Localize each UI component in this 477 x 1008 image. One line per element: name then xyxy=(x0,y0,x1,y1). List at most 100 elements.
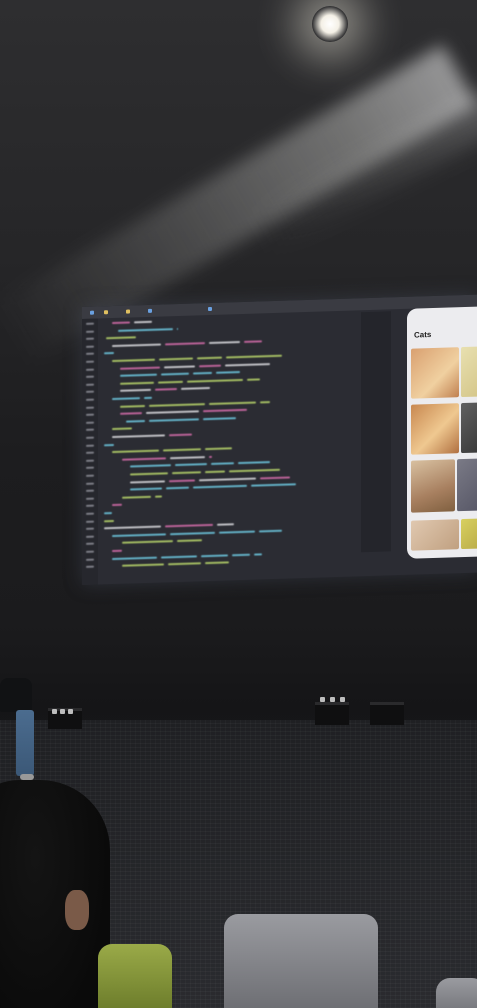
code-line xyxy=(112,321,130,325)
stage-monitor xyxy=(315,697,349,725)
cat-photo xyxy=(411,403,459,455)
code-line xyxy=(201,554,228,557)
code-line xyxy=(254,552,262,556)
code-line xyxy=(203,409,247,413)
code-line xyxy=(175,463,207,467)
code-line xyxy=(146,410,199,415)
code-line xyxy=(177,539,202,543)
cat-photo xyxy=(461,401,477,454)
code-line xyxy=(120,404,145,408)
code-line xyxy=(112,449,159,454)
code-line xyxy=(170,531,215,536)
code-line xyxy=(118,327,173,332)
code-line xyxy=(168,562,201,566)
monitor-light xyxy=(68,709,73,714)
code-line xyxy=(247,378,260,381)
code-line xyxy=(244,340,262,343)
cat-photo xyxy=(411,347,459,399)
code-line xyxy=(112,549,122,553)
code-line xyxy=(130,487,162,491)
line-number xyxy=(86,482,94,485)
code-line xyxy=(217,523,234,526)
code-line xyxy=(199,477,256,481)
code-line xyxy=(169,433,192,437)
presenter xyxy=(0,670,48,790)
gray-seat xyxy=(436,978,477,1008)
line-number xyxy=(86,550,94,553)
code-line xyxy=(149,402,205,407)
code-line xyxy=(120,366,160,370)
line-number xyxy=(86,535,94,538)
code-line xyxy=(144,396,152,400)
code-line xyxy=(112,397,140,401)
code-line xyxy=(155,495,162,498)
code-line xyxy=(159,357,193,361)
code-line xyxy=(169,479,195,482)
code-line xyxy=(104,352,114,355)
monitor-light xyxy=(340,697,345,702)
code-line xyxy=(211,462,234,466)
code-line xyxy=(134,320,152,324)
code-line xyxy=(155,388,177,392)
line-number xyxy=(86,330,94,333)
code-line xyxy=(130,479,165,484)
code-line xyxy=(251,483,296,487)
code-line xyxy=(216,371,240,374)
cat-photo xyxy=(411,519,459,551)
code-line xyxy=(164,365,195,369)
line-number xyxy=(86,368,94,371)
code-line xyxy=(122,495,151,499)
line-number xyxy=(86,497,94,500)
stage-monitor xyxy=(48,708,82,729)
code-line xyxy=(177,327,178,330)
code-line xyxy=(149,418,199,422)
code-line xyxy=(165,341,205,346)
code-line xyxy=(205,561,229,565)
ceiling-light-icon xyxy=(312,6,348,42)
line-number xyxy=(86,398,94,401)
code-line xyxy=(209,455,212,458)
presenter-torso xyxy=(0,678,32,712)
gray-seat xyxy=(224,914,378,1008)
cat-photo xyxy=(461,517,477,550)
code-line xyxy=(170,455,205,460)
code-line xyxy=(112,504,122,507)
code-line xyxy=(104,443,114,446)
monitor-light xyxy=(330,697,335,702)
line-number xyxy=(86,383,94,386)
code-line xyxy=(181,387,210,391)
code-line xyxy=(122,540,173,545)
line-number xyxy=(86,406,94,409)
phone-title: Cats xyxy=(414,330,432,340)
code-line xyxy=(122,457,166,461)
code-line xyxy=(187,378,243,383)
code-line xyxy=(197,356,222,360)
code-line xyxy=(112,427,132,431)
tab-icon xyxy=(104,310,108,315)
code-line xyxy=(209,340,240,344)
code-line xyxy=(232,553,250,556)
code-line xyxy=(219,530,255,534)
code-line xyxy=(112,556,157,560)
monitor-light xyxy=(320,697,325,702)
code-line xyxy=(120,412,142,415)
code-line xyxy=(165,524,213,528)
code-line xyxy=(120,381,154,385)
code-line xyxy=(161,372,189,376)
code-line xyxy=(225,362,270,367)
code-line xyxy=(259,529,282,533)
tab-icon xyxy=(90,310,94,315)
code-line xyxy=(130,472,168,476)
line-number xyxy=(86,520,94,523)
stage-monitor xyxy=(370,702,404,725)
line-number xyxy=(86,444,94,447)
cat-photo xyxy=(461,345,477,398)
code-line xyxy=(205,447,232,451)
tab-icon xyxy=(208,306,212,312)
code-line xyxy=(203,416,236,420)
code-line xyxy=(130,464,171,468)
code-line xyxy=(166,486,189,490)
cat-photo xyxy=(457,457,477,512)
line-number xyxy=(86,360,94,363)
line-number xyxy=(86,512,94,515)
